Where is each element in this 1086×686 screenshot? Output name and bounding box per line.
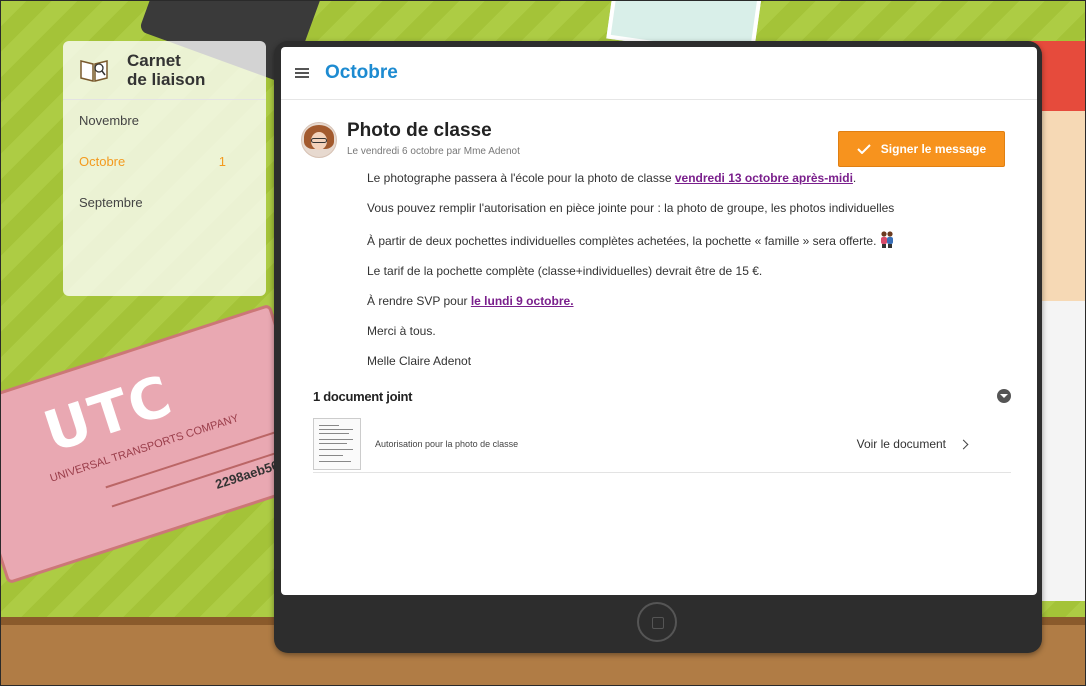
month-list: Novembre Octobre 1 Septembre xyxy=(63,100,266,223)
date-link[interactable]: vendredi 13 octobre après-midi xyxy=(675,171,853,185)
menu-icon[interactable] xyxy=(295,68,309,78)
home-button[interactable] xyxy=(637,602,677,642)
document-thumbnail xyxy=(313,418,361,470)
view-document-link[interactable]: Voir le document xyxy=(856,437,969,451)
sidebar-item-label: Octobre xyxy=(79,154,126,169)
tablet-screen: Octobre Photo de classe Le vendredi 6 oc… xyxy=(281,47,1037,595)
sign-message-button[interactable]: Signer le message xyxy=(838,131,1005,167)
check-icon xyxy=(857,144,871,154)
deadline-link[interactable]: le lundi 9 octobre. xyxy=(471,294,574,308)
sidebar-item-octobre[interactable]: Octobre 1 xyxy=(63,141,266,182)
message-body: Le photographe passera à l'école pour la… xyxy=(367,171,1037,368)
top-bar: Octobre xyxy=(281,47,1037,100)
message: Photo de classe Le vendredi 6 octobre pa… xyxy=(281,100,1037,368)
attachments-header: 1 document joint xyxy=(313,384,1011,408)
sidebar-item-novembre[interactable]: Novembre xyxy=(63,100,266,141)
sidebar: Carnet de liaison Novembre Octobre 1 Sep… xyxy=(63,41,266,296)
page-title: Octobre xyxy=(325,62,398,83)
sidebar-title-line1: Carnet xyxy=(127,51,181,70)
document-name: Autorisation pour la photo de classe xyxy=(375,439,519,449)
sidebar-title: Carnet de liaison xyxy=(127,51,205,89)
sidebar-title-line2: de liaison xyxy=(127,70,206,89)
sidebar-item-count: 1 xyxy=(218,154,226,169)
message-signature: Melle Claire Adenot xyxy=(367,354,472,368)
book-icon xyxy=(80,60,108,82)
message-paragraph: À partir de deux pochettes individuelles… xyxy=(367,231,1037,248)
collapse-icon[interactable] xyxy=(997,389,1011,403)
message-paragraph: Le photographe passera à l'école pour la… xyxy=(367,171,857,185)
sidebar-item-label: Septembre xyxy=(79,195,143,210)
avatar xyxy=(301,122,337,158)
message-paragraph: À rendre SVP pour le lundi 9 octobre. xyxy=(367,294,574,308)
attachment-row[interactable]: Autorisation pour la photo de classe Voi… xyxy=(313,416,1011,473)
sidebar-item-septembre[interactable]: Septembre xyxy=(63,182,266,223)
view-document-label: Voir le document xyxy=(856,437,946,451)
sign-message-label: Signer le message xyxy=(880,142,987,156)
message-paragraph: Le tarif de la pochette complète (classe… xyxy=(367,264,763,278)
sidebar-header: Carnet de liaison xyxy=(63,41,266,100)
chevron-right-icon xyxy=(958,439,969,449)
tablet: Octobre Photo de classe Le vendredi 6 oc… xyxy=(274,41,1042,653)
sidebar-item-label: Novembre xyxy=(79,113,139,128)
ticket-logo: UTC xyxy=(36,363,181,466)
message-paragraph: Vous pouvez remplir l'autorisation en pi… xyxy=(367,201,895,215)
attachments-title: 1 document joint xyxy=(313,388,413,404)
app-frame: UTC UNIVERSAL TRANSPORTS COMPANY 2298aeb… xyxy=(0,0,1086,686)
people-icon xyxy=(881,231,894,248)
message-paragraph: Merci à tous. xyxy=(367,324,436,338)
